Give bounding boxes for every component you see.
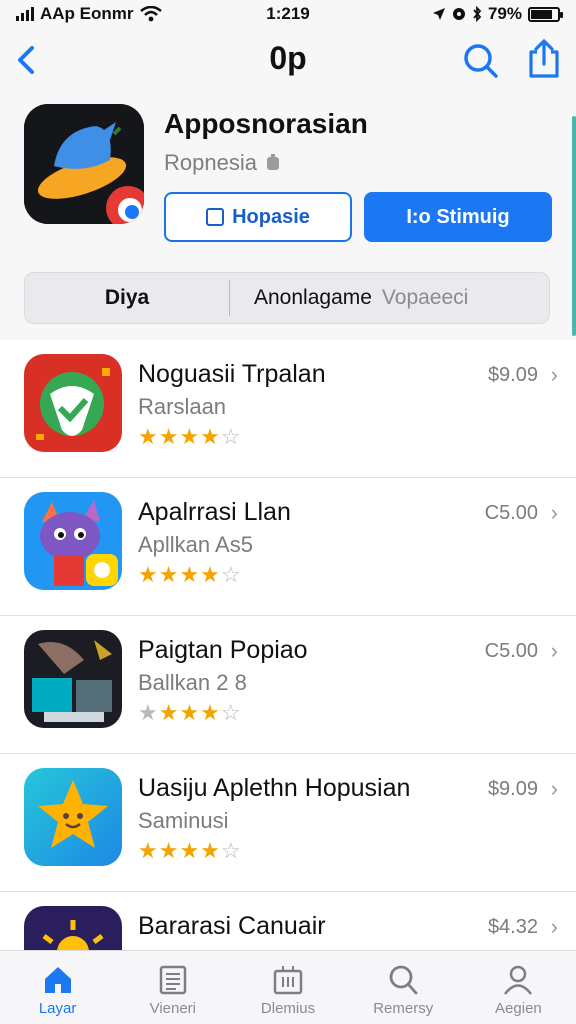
app-name: Paigtan Popiao xyxy=(138,636,308,664)
app-name: Bararasi Canuair xyxy=(138,912,326,940)
app-name: Noguasii Trpalan xyxy=(138,360,326,388)
app-category: Ballkan 2 8 xyxy=(138,670,247,695)
list-item[interactable]: Paigtan Popiao Ballkan 2 8 ★★★★☆ C5.00 › xyxy=(0,616,576,754)
secondary-action-button[interactable]: Hopasie xyxy=(164,192,352,242)
chevron-right-icon: › xyxy=(550,500,558,525)
rating-stars: ★★★★☆ xyxy=(138,562,242,587)
location-arrow-icon xyxy=(432,8,445,20)
app-price: $9.09 xyxy=(487,778,538,800)
tab-aegien[interactable]: Aegien xyxy=(461,951,576,1024)
segment-diya[interactable]: Diya xyxy=(25,273,229,323)
segment-vopaeeci[interactable]: Vopaeeci xyxy=(372,273,468,323)
focus-icon xyxy=(452,8,465,20)
rating-stars: ★★★★☆ xyxy=(138,838,242,863)
tab-dlemius[interactable]: Dlemius xyxy=(230,951,345,1024)
status-time: 1:219 xyxy=(266,4,310,23)
app-price: C5.00 xyxy=(484,502,538,524)
status-right: 79% xyxy=(360,4,563,24)
featured-app: Apposnorasian Ropnesia Hopasie I:o Stimu… xyxy=(24,104,554,244)
tab-vieneri[interactable]: Vieneri xyxy=(115,951,230,1024)
app-category: Rarslaan xyxy=(138,394,227,419)
battery-percent: 79% xyxy=(487,4,522,23)
signal-icon xyxy=(16,7,34,21)
tab-label: Layar xyxy=(38,1000,77,1017)
app-icon-star xyxy=(24,768,122,866)
navigation-bar: 0p xyxy=(0,34,576,86)
status-bar: AAp Eonmr 1:219 79% xyxy=(0,0,576,28)
chevron-right-icon: › xyxy=(550,362,558,387)
apps-icon xyxy=(273,966,303,995)
primary-action-button[interactable]: I:o Stimuig xyxy=(364,192,552,242)
share-icon[interactable] xyxy=(524,38,564,80)
bluetooth-icon xyxy=(473,6,482,22)
developer-label: Ropnesia xyxy=(164,150,257,175)
tab-bar: Layar Vieneri Dlemius Remersy Aegien xyxy=(0,950,576,1024)
tab-label: Dlemius xyxy=(260,1000,316,1017)
news-icon xyxy=(159,965,187,995)
list-item[interactable]: Uasiju Aplethn Hopusian Saminusi ★★★★☆ $… xyxy=(0,754,576,892)
chevron-right-icon: › xyxy=(550,638,558,663)
app-category: Saminusi xyxy=(138,808,229,833)
status-left: AAp Eonmr xyxy=(16,4,216,24)
hat-icon xyxy=(24,104,144,224)
rating-stars: ★★★★☆ xyxy=(138,424,242,449)
rating-stars: ★★★★☆ xyxy=(138,700,242,725)
search-icon[interactable] xyxy=(462,40,500,80)
app-title: Apposnorasian xyxy=(164,108,368,139)
wifi-icon xyxy=(139,6,162,22)
app-price: $4.32 xyxy=(487,916,538,938)
app-name: Uasiju Aplethn Hopusian xyxy=(138,774,411,802)
app-icon[interactable] xyxy=(24,104,144,224)
app-name: Apalrrasi Llan xyxy=(138,498,291,526)
list-item[interactable]: Apalrrasi Llan Apllkan As5 ★★★★☆ C5.00 › xyxy=(0,478,576,616)
secondary-action-label: Hopasie xyxy=(232,205,310,228)
tab-layar[interactable]: Layar xyxy=(0,951,115,1024)
app-category: Apllkan As5 xyxy=(138,532,253,557)
app-developer: Ropnesia xyxy=(164,150,281,176)
list-item[interactable]: Noguasii Trpalan Rarslaan ★★★★☆ $9.09 › xyxy=(0,340,576,478)
segment-anonlagame[interactable]: Anonlagame xyxy=(230,273,372,323)
verified-icon xyxy=(266,154,279,170)
tab-label: Remersy xyxy=(373,1000,434,1017)
square-icon xyxy=(206,208,225,226)
chevron-right-icon: › xyxy=(550,776,558,801)
scroll-indicator[interactable] xyxy=(572,116,576,336)
app-price: $9.09 xyxy=(487,364,538,386)
carrier-label: AAp Eonmr xyxy=(40,4,134,23)
home-icon xyxy=(44,967,71,993)
tab-label: Aegien xyxy=(495,1000,542,1017)
app-icon-game xyxy=(24,630,122,728)
app-price: C5.00 xyxy=(484,640,538,662)
tab-label: Vieneri xyxy=(149,1000,197,1017)
chevron-right-icon: › xyxy=(550,914,558,939)
app-icon-creature xyxy=(24,492,122,590)
battery-icon xyxy=(528,6,563,22)
segmented-control: Diya Anonlagame Vopaeeci xyxy=(24,272,550,324)
search-icon xyxy=(389,965,418,995)
tab-remersy[interactable]: Remersy xyxy=(346,951,461,1024)
app-icon-maps xyxy=(24,354,122,452)
person-icon xyxy=(504,965,533,995)
